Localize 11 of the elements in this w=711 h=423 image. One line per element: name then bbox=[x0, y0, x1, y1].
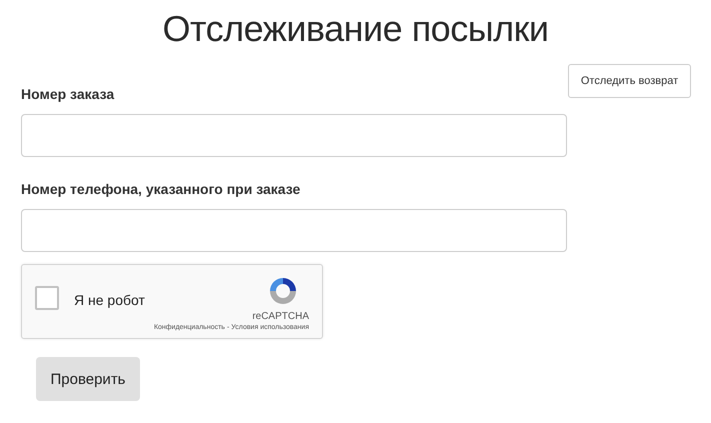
check-button[interactable]: Проверить bbox=[36, 357, 140, 401]
recaptcha-logo-icon bbox=[267, 275, 299, 307]
field-label: Номер заказа bbox=[21, 86, 114, 104]
captcha-label: Я не робот bbox=[74, 292, 145, 308]
track-return-button[interactable]: Отследить возврат bbox=[568, 64, 691, 98]
recaptcha-brand: reCAPTCHA bbox=[252, 311, 309, 322]
page-title: Отслеживание посылки bbox=[162, 7, 550, 51]
input-field[interactable] bbox=[21, 209, 567, 252]
captcha-checkbox[interactable] bbox=[35, 286, 59, 310]
field-label: Номер телефона, указанного при заказе bbox=[21, 181, 300, 199]
input-field[interactable] bbox=[21, 114, 567, 157]
